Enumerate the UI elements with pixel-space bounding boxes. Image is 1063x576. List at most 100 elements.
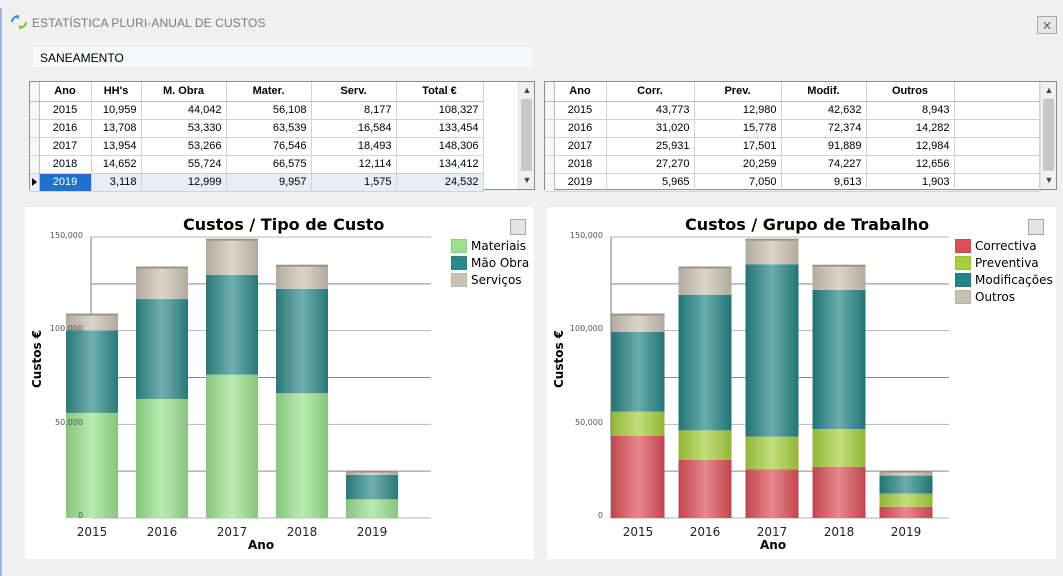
col-header-total[interactable]: Total € [396,82,484,102]
cell-ano[interactable]: 2018 [39,155,92,174]
row-indicator[interactable] [545,101,555,120]
cell-mater[interactable]: 56,108 [226,101,312,120]
table-row[interactable]: 2018 27,270 20,259 74,227 12,656 [545,155,1040,174]
cell-mobra[interactable]: 55,724 [141,155,227,174]
cell-total[interactable]: 133,454 [396,119,484,138]
scroll-up-icon[interactable]: ▲ [1041,82,1057,98]
cell-mater[interactable]: 63,539 [226,119,312,138]
col-header-ano[interactable]: Ano [554,82,607,102]
close-button[interactable]: ⨯ [1037,16,1057,34]
row-indicator[interactable] [545,155,555,174]
cell-mater[interactable]: 9,957 [226,173,312,192]
col-header-ano[interactable]: Ano [39,82,92,102]
row-indicator[interactable] [30,137,40,156]
row-indicator[interactable] [30,155,40,174]
cell-hh[interactable]: 13,708 [91,119,142,138]
cost-type-grid[interactable]: Ano HH's M. Obra Mater. Serv. Total € 20… [29,81,535,192]
cell-mater[interactable]: 66,575 [226,155,312,174]
cell-hh[interactable]: 14,652 [91,155,142,174]
cell-modif[interactable]: 74,227 [781,155,867,174]
col-header-modif[interactable]: Modif. [781,82,867,102]
cell-mater[interactable]: 76,546 [226,137,312,156]
cell-prev[interactable]: 20,259 [694,155,782,174]
cell-prev[interactable]: 7,050 [694,173,782,192]
cell-ano[interactable]: 2018 [554,155,607,174]
col-header-corr[interactable]: Corr. [606,82,695,102]
row-indicator[interactable] [545,137,555,156]
work-group-grid[interactable]: Ano Corr. Prev. Modif. Outros 2015 43,77… [544,81,1057,192]
cell-outros[interactable]: 12,656 [866,155,955,174]
row-indicator[interactable] [30,101,40,120]
cell-outros[interactable]: 8,943 [866,101,955,120]
table-row[interactable]: 2018 14,652 55,724 66,575 12,114 134,412 [30,155,484,174]
scroll-down-icon[interactable]: ▼ [519,172,535,188]
cell-serv[interactable]: 18,493 [311,137,397,156]
chart-options-button[interactable] [510,219,526,235]
scroll-up-icon[interactable]: ▲ [519,82,535,98]
col-header-mater[interactable]: Mater. [226,82,312,102]
cell-corr[interactable]: 5,965 [606,173,695,192]
cell-mobra[interactable]: 12,999 [141,173,227,192]
cell-ano[interactable]: 2015 [39,101,92,120]
col-header-serv[interactable]: Serv. [311,82,397,102]
col-header-prev[interactable]: Prev. [694,82,782,102]
cell-hh[interactable]: 3,118 [91,173,142,192]
table-row[interactable]: 2017 25,931 17,501 91,889 12,984 [545,137,1040,156]
table-row[interactable]: 2015 43,773 12,980 42,632 8,943 [545,101,1040,120]
row-indicator-current[interactable] [30,173,40,192]
table-row[interactable]: 2016 31,020 15,778 72,374 14,282 [545,119,1040,138]
col-header-mobra[interactable]: M. Obra [141,82,227,102]
cell-outros[interactable]: 12,984 [866,137,955,156]
cell-ano-selected[interactable]: 2019 [39,173,92,192]
col-header-outros[interactable]: Outros [866,82,955,102]
cell-mobra[interactable]: 44,042 [141,101,227,120]
cell-ano[interactable]: 2019 [554,173,607,192]
cell-prev[interactable]: 17,501 [694,137,782,156]
cell-modif[interactable]: 72,374 [781,119,867,138]
col-header-hh[interactable]: HH's [91,82,142,102]
chart-options-button[interactable] [1028,219,1044,235]
cell-ano[interactable]: 2015 [554,101,607,120]
table-row[interactable]: 2016 13,708 53,330 63,539 16,584 133,454 [30,119,484,138]
cell-prev[interactable]: 15,778 [694,119,782,138]
cell-outros[interactable]: 1,903 [866,173,955,192]
cell-total[interactable]: 108,327 [396,101,484,120]
scroll-thumb[interactable] [1043,99,1054,171]
vertical-scrollbar[interactable]: ▲ ▼ [1040,82,1056,189]
cell-total[interactable]: 134,412 [396,155,484,174]
cell-ano[interactable]: 2017 [554,137,607,156]
cell-total[interactable]: 24,532 [396,173,484,192]
cell-hh[interactable]: 13,954 [91,137,142,156]
scroll-thumb[interactable] [521,99,532,171]
cell-corr[interactable]: 31,020 [606,119,695,138]
scroll-down-icon[interactable]: ▼ [1041,172,1057,188]
cell-ano[interactable]: 2017 [39,137,92,156]
cell-mobra[interactable]: 53,266 [141,137,227,156]
table-row-selected[interactable]: 2019 3,118 12,999 9,957 1,575 24,532 [30,173,484,192]
cell-serv[interactable]: 16,584 [311,119,397,138]
cell-serv[interactable]: 8,177 [311,101,397,120]
cell-modif[interactable]: 91,889 [781,137,867,156]
cell-corr[interactable]: 43,773 [606,101,695,120]
cell-corr[interactable]: 27,270 [606,155,695,174]
vertical-scrollbar[interactable]: ▲ ▼ [518,82,534,189]
table-row[interactable]: 2019 5,965 7,050 9,613 1,903 [545,173,1040,192]
x-tick-label: 2019 [356,525,388,539]
cell-prev[interactable]: 12,980 [694,101,782,120]
cell-modif[interactable]: 42,632 [781,101,867,120]
cell-serv[interactable]: 12,114 [311,155,397,174]
cell-serv[interactable]: 1,575 [311,173,397,192]
cell-mobra[interactable]: 53,330 [141,119,227,138]
cell-ano[interactable]: 2016 [39,119,92,138]
table-row[interactable]: 2017 13,954 53,266 76,546 18,493 148,306 [30,137,484,156]
cell-total[interactable]: 148,306 [396,137,484,156]
cell-corr[interactable]: 25,931 [606,137,695,156]
cell-modif[interactable]: 9,613 [781,173,867,192]
row-indicator[interactable] [545,173,555,192]
row-indicator[interactable] [30,119,40,138]
cell-hh[interactable]: 10,959 [91,101,142,120]
cell-outros[interactable]: 14,282 [866,119,955,138]
row-indicator[interactable] [545,119,555,138]
cell-ano[interactable]: 2016 [554,119,607,138]
table-row[interactable]: 2015 10,959 44,042 56,108 8,177 108,327 [30,101,484,120]
